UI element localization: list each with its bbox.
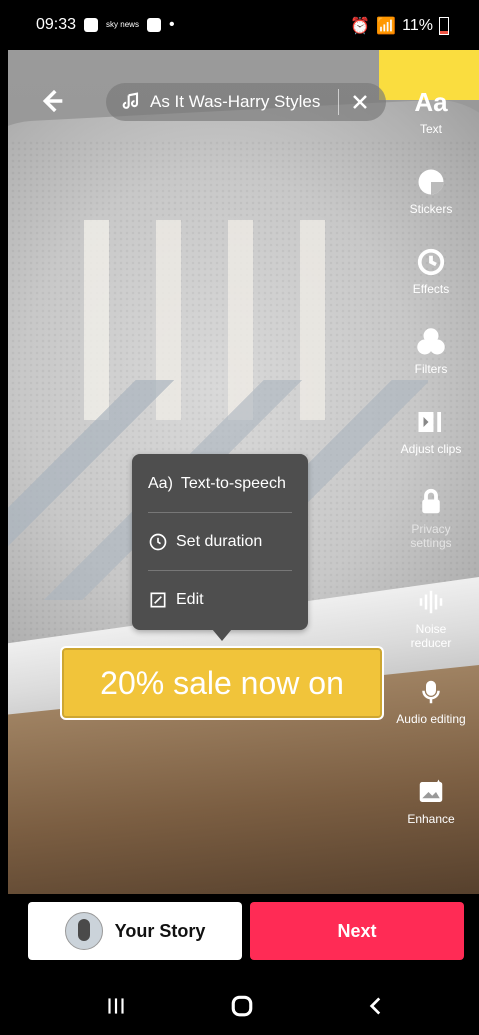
music-note-icon <box>122 92 139 109</box>
tool-noise-reducer[interactable]: Noise reducer <box>395 586 467 650</box>
menu-label: Edit <box>176 591 204 608</box>
tool-label: Stickers <box>409 202 453 216</box>
wifi-icon: 📶 <box>376 18 397 35</box>
sale-text-sticker[interactable]: 20% sale now on <box>60 646 384 720</box>
music-pill[interactable]: As It Was-Harry Styles <box>106 83 386 121</box>
close-icon[interactable] <box>348 90 372 114</box>
sticker-context-menu: Aa) Text-to-speech Set duration Edit <box>132 454 308 630</box>
menu-label: Text-to-speech <box>180 475 286 492</box>
avatar <box>64 912 103 950</box>
status-time: 09:33 <box>36 16 77 33</box>
tool-label: Filters <box>414 362 448 376</box>
sky-news-icon: sky news <box>106 20 139 29</box>
menu-pointer <box>212 629 232 641</box>
tool-label: Privacy settings <box>410 522 452 550</box>
enhance-icon <box>415 776 447 808</box>
tool-audio-editing[interactable]: Audio editing <box>395 676 467 726</box>
status-left: 09:33 sky news • <box>36 16 175 34</box>
tool-label: Effects <box>412 282 450 296</box>
back-nav-button[interactable] <box>352 990 400 1022</box>
your-story-label: Your Story <box>114 920 206 941</box>
music-title: As It Was-Harry Styles <box>150 92 321 111</box>
tool-label: Enhance <box>407 812 455 826</box>
text-aa-icon: Aa <box>414 86 448 117</box>
alarm-icon: ⏰ <box>350 18 371 35</box>
noise-reducer-icon <box>415 586 447 618</box>
sticker-icon <box>415 166 447 198</box>
sticker-text: 20% sale now on <box>100 664 344 701</box>
clock-icon <box>149 533 167 551</box>
back-chevron-icon <box>369 997 381 1015</box>
text-to-speech-icon: Aa) <box>148 475 173 492</box>
recent-apps-button[interactable] <box>92 990 140 1022</box>
status-bar: 09:33 sky news • ⏰ 📶 11% <box>0 0 479 50</box>
pill-divider <box>338 89 339 115</box>
edit-icon <box>150 592 166 608</box>
next-button[interactable]: Next <box>250 902 464 960</box>
tool-label: Text <box>419 122 442 136</box>
battery-icon <box>439 17 449 35</box>
menu-divider <box>148 512 292 513</box>
adjust-clips-icon <box>415 406 447 438</box>
menu-item-text-to-speech[interactable]: Aa) Text-to-speech <box>148 466 286 502</box>
menu-item-edit[interactable]: Edit <box>148 582 204 618</box>
tool-label: Audio editing <box>396 712 466 726</box>
back-button[interactable] <box>34 84 68 118</box>
phone-lock-icon <box>84 18 99 32</box>
tool-enhance[interactable]: Enhance <box>395 776 467 826</box>
tool-privacy-settings[interactable]: Privacy settings <box>395 486 467 550</box>
menu-item-set-duration[interactable]: Set duration <box>148 524 262 560</box>
home-icon <box>231 995 253 1017</box>
instagram-icon <box>146 18 161 32</box>
audio-editing-icon <box>415 676 447 708</box>
menu-divider <box>148 570 292 571</box>
tool-filters[interactable]: Filters <box>395 326 467 376</box>
lock-icon <box>415 486 447 518</box>
dot-icon: • <box>168 16 175 33</box>
battery-percent: 11% <box>402 17 433 34</box>
home-button[interactable] <box>218 990 266 1022</box>
recent-apps-icon <box>108 998 124 1014</box>
tool-label: Noise reducer <box>410 622 452 650</box>
filters-circles-icon <box>415 326 447 358</box>
tool-text[interactable]: Aa Text <box>395 86 467 137</box>
tool-effects[interactable]: Effects <box>395 246 467 296</box>
back-arrow-icon <box>42 89 63 113</box>
your-story-button[interactable]: Your Story <box>28 902 242 960</box>
android-nav-bar <box>0 980 479 1035</box>
next-label: Next <box>337 920 377 941</box>
tool-stickers[interactable]: Stickers <box>395 166 467 216</box>
tool-label: Adjust clips <box>400 442 462 456</box>
status-right: ⏰ 📶 11% <box>350 16 449 36</box>
menu-label: Set duration <box>176 533 263 550</box>
effects-clock-icon <box>415 246 447 278</box>
tool-adjust-clips[interactable]: Adjust clips <box>395 406 467 456</box>
